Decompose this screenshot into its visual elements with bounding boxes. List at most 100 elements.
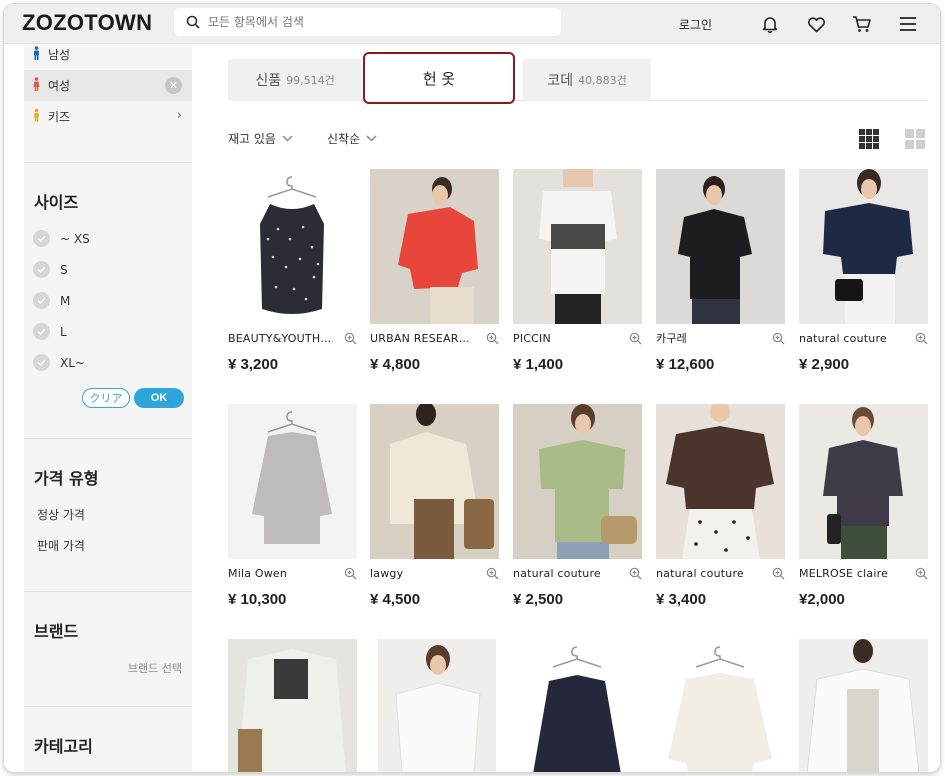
price-type-regular[interactable]: 정상 가격 [24,499,192,530]
header-actions: 로그인 [679,4,920,44]
product-brand[interactable]: URBAN RESEAR… [370,332,482,345]
zoom-icon[interactable] [772,332,785,345]
product-brand[interactable]: natural couture [656,567,768,580]
product-image[interactable] [370,169,499,324]
zoom-icon[interactable] [629,332,642,345]
zoom-icon[interactable] [915,332,928,345]
product-card[interactable] [656,639,785,772]
product-image[interactable] [370,404,499,559]
search-bar[interactable] [174,8,561,36]
tab-new[interactable]: 신품 99,514건 [228,59,362,101]
check-icon [33,230,50,247]
tab-count: 99,514건 [286,74,335,87]
product-image[interactable] [513,169,642,324]
product-image[interactable] [656,169,785,324]
product-price: ¥ 12,600 [656,356,715,373]
product-card[interactable]: Mila Owen ¥ 10,300 [228,404,357,608]
product-price: ¥ 2,500 [513,591,564,608]
divider [24,438,192,439]
product-card[interactable]: natural couture ¥ 2,500 [513,404,642,608]
product-image[interactable] [228,169,357,324]
zoom-icon[interactable] [486,567,499,580]
price-type-sale[interactable]: 판매 가격 [24,530,192,561]
size-option[interactable]: M [24,285,192,316]
product-card[interactable]: lawgy ¥ 4,500 [370,404,499,608]
stock-filter-dropdown[interactable]: 재고 있음 [228,130,293,147]
product-brand[interactable]: Mila Owen [228,567,340,580]
clear-gender-icon[interactable]: ✕ [165,77,182,94]
product-brand[interactable]: lawgy [370,567,482,580]
menu-icon[interactable] [896,12,920,36]
product-image[interactable] [228,639,357,772]
grid-small-view-icon[interactable] [905,129,925,149]
tab-label: 헌 옷 [422,69,456,88]
filter-bar: 재고 있음 신착순 [228,130,411,147]
heart-icon[interactable] [804,12,828,36]
person-icon [33,108,40,125]
tab-label: 코데 [547,73,574,89]
product-card[interactable]: URBAN RESEAR… ¥ 4,800 [370,169,499,373]
product-card[interactable]: natural couture ¥ 2,900 [799,169,928,373]
product-brand[interactable]: PICCIN [513,332,625,345]
clear-button[interactable]: クリア [82,388,130,408]
brand-select-link[interactable]: 브랜드 선택 [24,660,192,676]
person-icon [33,77,40,94]
ok-button[interactable]: OK [134,388,184,408]
cart-icon[interactable] [850,12,874,36]
product-image[interactable] [656,639,785,772]
zoom-icon[interactable] [629,567,642,580]
zoom-icon[interactable] [344,332,357,345]
divider [24,706,192,707]
product-tabs: 신품 99,514건 코데 40,883건 헌 옷 [228,52,928,104]
zoom-icon[interactable] [344,567,357,580]
product-image[interactable] [799,639,928,772]
login-link[interactable]: 로그인 [679,16,712,33]
grid-large-view-icon[interactable] [859,129,879,149]
tab-used[interactable]: 헌 옷 [363,52,515,104]
product-brand[interactable]: BEAUTY&YOUTH… [228,332,340,345]
product-image[interactable] [228,404,357,559]
tab-coordinate[interactable]: 코데 40,883건 [523,59,651,101]
product-card[interactable]: MELROSE claire ¥2,000 [799,404,928,608]
zoom-icon[interactable] [915,567,928,580]
search-input[interactable] [208,15,538,29]
product-image[interactable] [513,639,642,772]
product-brand[interactable]: natural couture [513,567,625,580]
sort-dropdown[interactable]: 신착순 [327,130,377,147]
bell-icon[interactable] [758,12,782,36]
product-card[interactable] [228,639,357,772]
gender-label: 여성 [48,79,71,93]
zoom-icon[interactable] [486,332,499,345]
size-option[interactable]: XL~ [24,347,192,378]
app-window: ZOZOTOWN 로그인 남성 여 [4,4,940,772]
product-card[interactable] [378,639,507,772]
product-image[interactable] [799,404,928,559]
product-brand[interactable]: MELROSE claire [799,567,911,580]
product-card[interactable]: 카구레 ¥ 12,600 [656,169,785,373]
check-icon [33,261,50,278]
price-type-title: 가격 유형 [34,469,99,488]
product-card[interactable]: PICCIN ¥ 1,400 [513,169,642,373]
product-brand[interactable]: natural couture [799,332,911,345]
chevron-down-icon [282,135,293,142]
product-card[interactable]: natural couture ¥ 3,400 [656,404,785,608]
logo[interactable]: ZOZOTOWN [22,10,152,36]
size-option[interactable]: ~ XS [24,223,192,254]
product-card[interactable]: BEAUTY&YOUTH… ¥ 3,200 [228,169,357,373]
product-card[interactable] [513,639,642,772]
product-brand[interactable]: 카구레 [656,330,768,346]
gender-item-female[interactable]: 여성 ✕ [24,70,192,101]
product-image[interactable] [799,169,928,324]
product-image[interactable] [513,404,642,559]
gender-item-kids[interactable]: 키즈 › [24,101,192,132]
gender-item-male[interactable]: 남성 [24,44,192,70]
product-price: ¥ 3,200 [228,356,279,373]
product-image[interactable] [656,404,785,559]
size-option[interactable]: L [24,316,192,347]
size-option[interactable]: S [24,254,192,285]
product-image[interactable] [378,639,496,772]
size-label: S [60,262,68,277]
zoom-icon[interactable] [772,567,785,580]
product-card[interactable] [799,639,928,772]
size-label: XL~ [60,355,85,370]
